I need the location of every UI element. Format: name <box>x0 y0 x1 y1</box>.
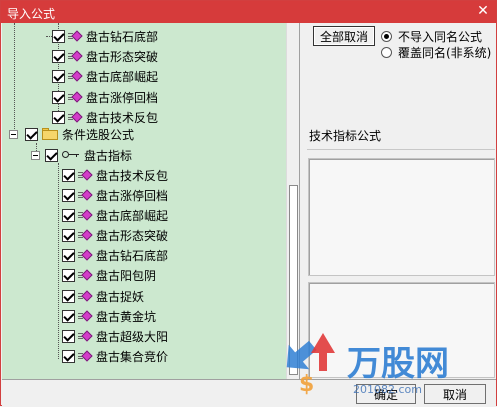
item-checkbox[interactable] <box>52 90 65 104</box>
folder-icon <box>42 128 58 140</box>
tree-item[interactable]: 盘古钻石底部 <box>46 26 159 46</box>
formula-icon <box>78 268 93 282</box>
formula-description-box[interactable] <box>308 158 495 276</box>
item-checkbox[interactable] <box>52 49 65 63</box>
tree-item[interactable]: 盘古涨停回档 <box>52 87 158 107</box>
item-label: 盘古底部崛起 <box>86 69 159 84</box>
scrollbar-thumb[interactable] <box>289 185 298 375</box>
tree-item[interactable]: 盘古涨停回档 <box>62 185 168 205</box>
radio-button[interactable] <box>381 47 392 58</box>
item-label: 盘古涨停回档 <box>86 90 159 105</box>
item-label: 盘古形态突破 <box>96 228 169 243</box>
formula-icon <box>68 49 83 63</box>
formula-icon <box>68 90 83 104</box>
tech-indicator-label: 技术指标公式 <box>309 129 382 143</box>
formula-icon <box>78 168 93 182</box>
radio-label: 不导入同名公式 <box>398 30 483 44</box>
options-panel: 全部取消 不导入同名公式 覆盖同名(非系统) 技术指标公式 <box>305 23 496 379</box>
item-label: 盘古黄金坑 <box>96 309 157 324</box>
radio-label: 覆盖同名(非系统) <box>398 46 492 60</box>
item-label: 盘古形态突破 <box>86 49 159 64</box>
item-label: 盘古钻石底部 <box>96 248 169 263</box>
tree-folder-node[interactable]: 条件选股公式 <box>9 124 134 144</box>
tree-item[interactable]: 盘古底部崛起 <box>52 66 158 86</box>
item-label: 盘古集合竞价 <box>96 349 169 364</box>
item-checkbox[interactable] <box>62 208 75 222</box>
radio-button[interactable] <box>381 31 392 42</box>
tree-indicator-node[interactable]: 盘古指标 <box>31 145 132 165</box>
collapse-toggle[interactable] <box>9 129 18 139</box>
key-icon <box>62 150 80 160</box>
item-checkbox[interactable] <box>52 69 65 83</box>
formula-content-box[interactable] <box>308 282 495 378</box>
tree-connector <box>14 23 15 133</box>
item-checkbox[interactable] <box>62 228 75 242</box>
cancel-button[interactable]: 取消 <box>424 384 486 404</box>
indicator-label: 盘古指标 <box>84 148 133 163</box>
close-icon[interactable]: ✕ <box>476 3 490 19</box>
tree-item[interactable]: 盘古黄金坑 <box>62 306 156 326</box>
item-checkbox[interactable] <box>52 29 65 43</box>
formula-icon <box>78 188 93 202</box>
tree-scrollbar[interactable] <box>286 23 299 379</box>
formula-icon <box>68 69 83 83</box>
item-label: 盘古捉妖 <box>96 289 145 304</box>
tree-item[interactable]: 盘古阳包阴 <box>62 265 156 285</box>
item-checkbox[interactable] <box>62 349 75 363</box>
formula-tree[interactable]: 盘古钻石底部 盘古形态突破 盘古底部崛起 盘古涨停回档 盘古技术反包 条件选股公… <box>2 23 300 379</box>
item-checkbox[interactable] <box>62 309 75 323</box>
radio-no-import[interactable]: 不导入同名公式 <box>381 28 482 45</box>
collapse-toggle[interactable] <box>31 150 40 160</box>
item-checkbox[interactable] <box>62 329 75 343</box>
tree-item[interactable]: 盘古钻石底部 <box>62 245 168 265</box>
button-bar: 确定 取消 <box>2 379 496 406</box>
item-checkbox[interactable] <box>62 248 75 262</box>
item-label: 盘古涨停回档 <box>96 188 169 203</box>
radio-overwrite[interactable]: 覆盖同名(非系统) <box>381 44 491 61</box>
tree-item[interactable]: 盘古集合竞价 <box>62 346 168 366</box>
divider <box>307 149 495 150</box>
formula-icon <box>78 289 93 303</box>
tree-item[interactable]: 盘古形态突破 <box>52 46 158 66</box>
formula-icon <box>78 248 93 262</box>
formula-icon <box>68 29 83 43</box>
title-bar: 导入公式 ✕ <box>1 1 496 23</box>
item-checkbox[interactable] <box>62 268 75 282</box>
item-label: 盘古钻石底部 <box>86 29 159 44</box>
item-label: 盘古技术反包 <box>96 168 169 183</box>
item-checkbox[interactable] <box>62 168 75 182</box>
ok-button[interactable]: 确定 <box>356 384 416 404</box>
import-formula-dialog: 导入公式 ✕ 盘古钻石底部 盘古形态突破 盘古底部崛起 盘古涨停回档 盘古技术反… <box>0 0 497 406</box>
item-label: 盘古阳包阴 <box>96 268 157 283</box>
tree-item[interactable]: 盘古超级大阳 <box>62 326 168 346</box>
formula-icon <box>78 329 93 343</box>
item-checkbox[interactable] <box>52 110 65 124</box>
indicator-checkbox[interactable] <box>45 148 58 162</box>
formula-icon <box>78 309 93 323</box>
formula-icon <box>78 349 93 363</box>
tree-item[interactable]: 盘古形态突破 <box>62 225 168 245</box>
tree-item[interactable]: 盘古捉妖 <box>62 286 144 306</box>
item-checkbox[interactable] <box>62 188 75 202</box>
tree-item[interactable]: 盘古技术反包 <box>62 165 168 185</box>
item-label: 盘古超级大阳 <box>96 329 169 344</box>
cancel-all-button[interactable]: 全部取消 <box>313 26 375 46</box>
item-label: 盘古技术反包 <box>86 110 159 125</box>
formula-icon <box>68 110 83 124</box>
item-checkbox[interactable] <box>62 289 75 303</box>
item-label: 盘古底部崛起 <box>96 208 169 223</box>
dialog-title: 导入公式 <box>7 7 56 21</box>
tree-item[interactable]: 盘古底部崛起 <box>62 205 168 225</box>
formula-icon <box>78 208 93 222</box>
formula-icon <box>78 228 93 242</box>
tree-connector <box>58 163 59 359</box>
folder-label: 条件选股公式 <box>62 127 135 142</box>
folder-checkbox[interactable] <box>25 127 38 141</box>
